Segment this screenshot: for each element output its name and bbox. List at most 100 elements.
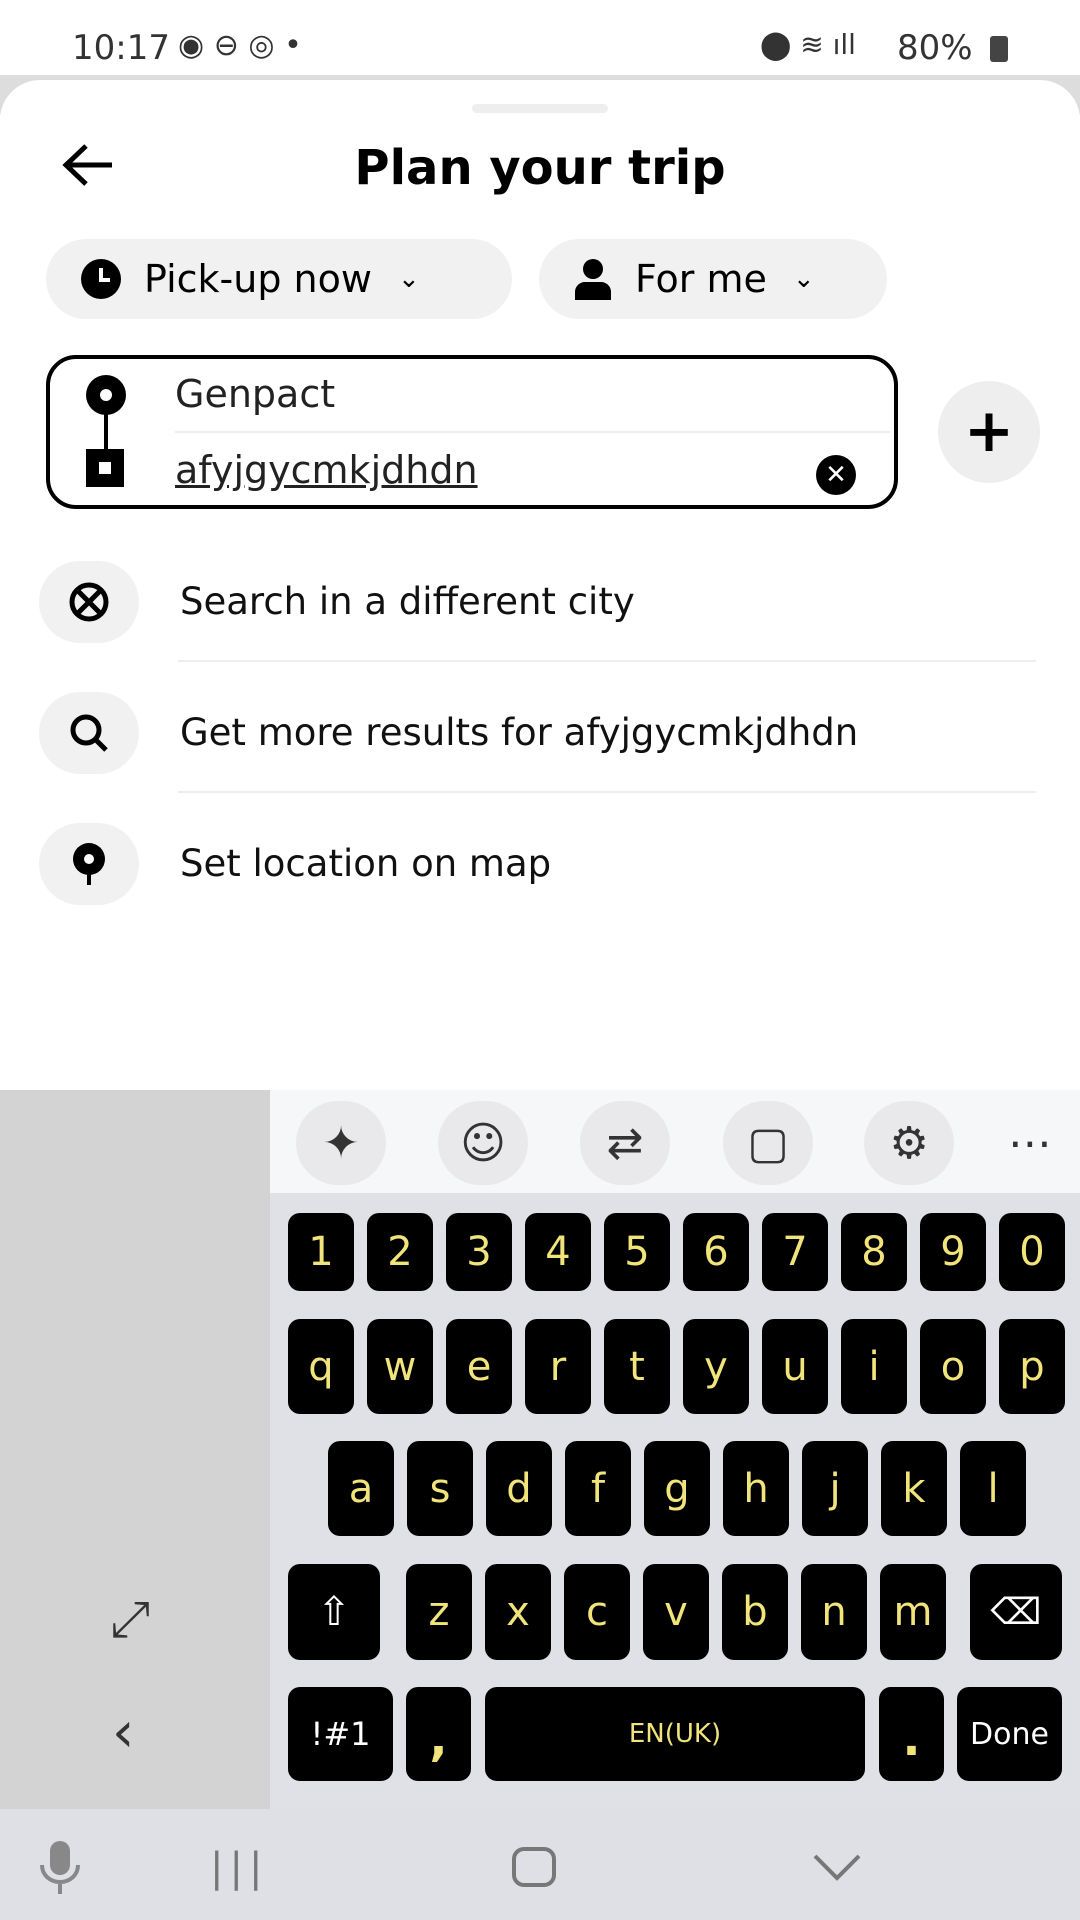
keyboard-side-panel bbox=[0, 1090, 270, 1809]
period-key[interactable]: . bbox=[879, 1687, 944, 1781]
key-a[interactable]: a bbox=[328, 1441, 394, 1536]
shift-key[interactable]: ⇧ bbox=[288, 1564, 380, 1660]
key-d[interactable]: d bbox=[486, 1441, 552, 1536]
list-item[interactable]: Search in a different city bbox=[0, 546, 1080, 676]
translate-button[interactable]: ⇄ bbox=[580, 1101, 670, 1185]
key-u[interactable]: u bbox=[762, 1319, 828, 1414]
key-2[interactable]: 2 bbox=[367, 1213, 433, 1291]
key-8[interactable]: 8 bbox=[841, 1213, 907, 1291]
more-button[interactable]: ⋯ bbox=[985, 1101, 1075, 1185]
expand-keyboard-icon[interactable]: ⤢ bbox=[110, 1590, 150, 1649]
clipboard-button[interactable]: ▢ bbox=[723, 1101, 813, 1185]
rider-chip[interactable]: For me ⌄ bbox=[539, 239, 887, 319]
destination-input[interactable]: afyjgycmkjdhdn bbox=[175, 448, 478, 492]
divider bbox=[178, 660, 1036, 662]
key-b[interactable]: b bbox=[722, 1564, 788, 1660]
key-i[interactable]: i bbox=[841, 1319, 907, 1414]
navigation-bar: ||| bbox=[0, 1809, 1080, 1920]
key-q[interactable]: q bbox=[288, 1319, 354, 1414]
emoji-button[interactable]: ☺ bbox=[438, 1101, 528, 1185]
status-connectivity-icons: ⬤ ≋ ıll bbox=[760, 28, 856, 61]
list-item-label: Set location on map bbox=[180, 842, 552, 885]
shift-icon: ⇧ bbox=[317, 1589, 351, 1635]
chip-label: Pick-up now bbox=[144, 257, 372, 301]
key-6[interactable]: 6 bbox=[683, 1213, 749, 1291]
key-7[interactable]: 7 bbox=[762, 1213, 828, 1291]
symbols-key[interactable]: !#1 bbox=[288, 1687, 393, 1781]
key-h[interactable]: h bbox=[723, 1441, 789, 1536]
list-item-label: Get more results for afyjgycmkjdhdn bbox=[180, 711, 859, 754]
list-item[interactable]: Set location on map bbox=[0, 808, 1080, 938]
chevron-left-icon[interactable]: ‹ bbox=[112, 1700, 134, 1765]
settings-button[interactable]: ⚙ bbox=[864, 1101, 954, 1185]
key-j[interactable]: j bbox=[802, 1441, 868, 1536]
plus-icon: + bbox=[963, 396, 1015, 466]
clipboard-icon: ▢ bbox=[747, 1117, 789, 1169]
sparkle-button[interactable]: ✦ bbox=[296, 1101, 386, 1185]
space-key[interactable]: EN(UK) bbox=[485, 1687, 865, 1781]
drag-handle[interactable] bbox=[472, 104, 608, 113]
more-icon: ⋯ bbox=[1008, 1117, 1052, 1169]
hide-keyboard-icon[interactable] bbox=[812, 1853, 862, 1881]
key-g[interactable]: g bbox=[644, 1441, 710, 1536]
key-9[interactable]: 9 bbox=[920, 1213, 986, 1291]
key-z[interactable]: z bbox=[406, 1564, 472, 1660]
done-key[interactable]: Done bbox=[957, 1687, 1062, 1781]
key-5[interactable]: 5 bbox=[604, 1213, 670, 1291]
search-icon bbox=[39, 692, 139, 774]
key-m[interactable]: m bbox=[880, 1564, 946, 1660]
key-1[interactable]: 1 bbox=[288, 1213, 354, 1291]
chevron-down-icon: ⌄ bbox=[397, 264, 420, 294]
clear-input-button[interactable]: ✕ bbox=[816, 455, 856, 495]
key-0[interactable]: 0 bbox=[999, 1213, 1065, 1291]
key-x[interactable]: x bbox=[485, 1564, 551, 1660]
page-title: Plan your trip bbox=[354, 140, 726, 196]
key-v[interactable]: v bbox=[643, 1564, 709, 1660]
key-3[interactable]: 3 bbox=[446, 1213, 512, 1291]
backspace-key[interactable]: ⌫ bbox=[970, 1564, 1062, 1660]
key-e[interactable]: e bbox=[446, 1319, 512, 1414]
battery-level: 80% bbox=[897, 28, 973, 68]
pin-icon bbox=[39, 823, 139, 905]
person-icon bbox=[575, 259, 611, 300]
chip-label: For me bbox=[635, 257, 767, 301]
home-icon[interactable] bbox=[512, 1847, 556, 1887]
input-divider bbox=[175, 431, 890, 433]
clock-icon bbox=[81, 259, 121, 299]
status-bar: 10:17 ◉ ⊖ ◎ • ⬤ ≋ ıll 80% bbox=[0, 0, 1080, 80]
key-t[interactable]: t bbox=[604, 1319, 670, 1414]
status-notification-icons: ◉ ⊖ ◎ • bbox=[178, 28, 302, 63]
key-l[interactable]: l bbox=[960, 1441, 1026, 1536]
recent-apps-icon[interactable]: ||| bbox=[210, 1845, 268, 1891]
key-c[interactable]: c bbox=[564, 1564, 630, 1660]
route-connector-icon bbox=[86, 375, 126, 487]
comma-key[interactable]: , bbox=[406, 1687, 471, 1781]
divider bbox=[178, 791, 1036, 793]
pickup-time-chip[interactable]: Pick-up now ⌄ bbox=[46, 239, 512, 319]
list-item[interactable]: Get more results for afyjgycmkjdhdn bbox=[0, 677, 1080, 807]
key-n[interactable]: n bbox=[801, 1564, 867, 1660]
key-4[interactable]: 4 bbox=[525, 1213, 591, 1291]
key-k[interactable]: k bbox=[881, 1441, 947, 1536]
battery-icon bbox=[990, 36, 1008, 62]
key-p[interactable]: p bbox=[999, 1319, 1065, 1414]
sparkle-icon: ✦ bbox=[322, 1117, 360, 1169]
keyboard-toolbar bbox=[270, 1090, 1080, 1193]
emoji-icon: ☺ bbox=[460, 1117, 506, 1169]
translate-icon: ⇄ bbox=[606, 1117, 644, 1169]
microphone-icon[interactable] bbox=[38, 1839, 82, 1895]
close-icon: ✕ bbox=[825, 460, 847, 490]
key-w[interactable]: w bbox=[367, 1319, 433, 1414]
add-stop-button[interactable]: + bbox=[938, 381, 1040, 483]
key-y[interactable]: y bbox=[683, 1319, 749, 1414]
pickup-input[interactable]: Genpact bbox=[175, 372, 335, 416]
list-item-label: Search in a different city bbox=[180, 580, 635, 623]
key-r[interactable]: r bbox=[525, 1319, 591, 1414]
chevron-down-icon: ⌄ bbox=[792, 264, 815, 294]
key-o[interactable]: o bbox=[920, 1319, 986, 1414]
key-s[interactable]: s bbox=[407, 1441, 473, 1536]
key-f[interactable]: f bbox=[565, 1441, 631, 1536]
status-time: 10:17 bbox=[72, 28, 170, 68]
settings-icon: ⚙ bbox=[889, 1117, 929, 1169]
globe-crossed-icon bbox=[39, 561, 139, 643]
